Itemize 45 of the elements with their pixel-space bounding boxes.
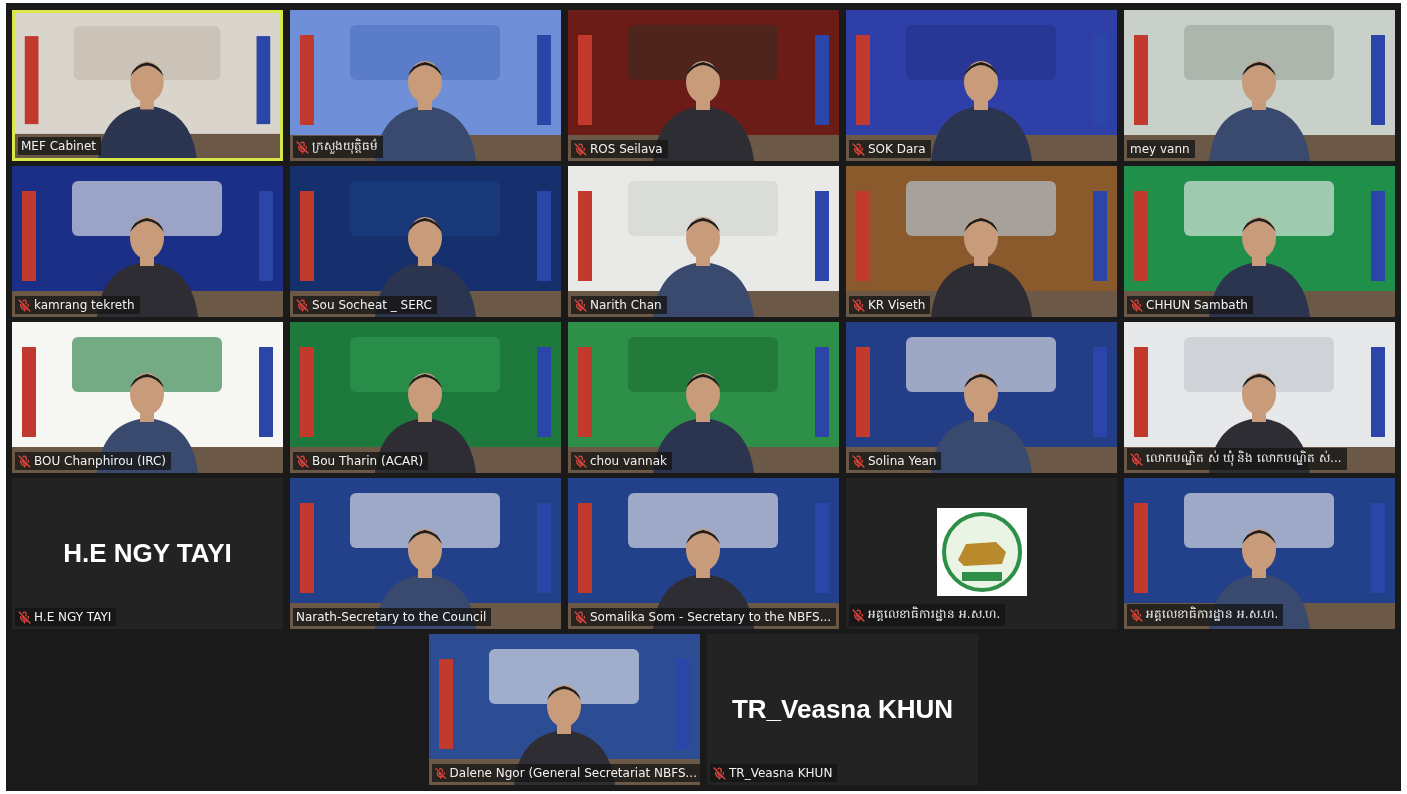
participant-name: TR_Veasna KHUN: [731, 694, 954, 725]
participant-label: TR_Veasna KHUN: [729, 766, 833, 780]
video-tile[interactable]: Bou Tharin (ACAR): [290, 322, 561, 473]
participant-label: Dalene Ngor (General Secretariat NBFS...: [449, 766, 697, 780]
video-tile[interactable]: ក្រសួងយុត្តិធម៌: [290, 10, 561, 161]
video-tile[interactable]: kamrang tekreth: [12, 166, 283, 317]
video-tile[interactable]: MEF Cabinet: [12, 10, 283, 161]
video-tile[interactable]: H.E NGY TAYI H.E NGY TAYI: [12, 478, 283, 629]
video-tile[interactable]: Narith Chan: [568, 166, 839, 317]
participant-label: kamrang tekreth: [34, 298, 135, 312]
video-tile[interactable]: ROS Seilava: [568, 10, 839, 161]
video-tile[interactable]: mey vann: [1124, 10, 1395, 161]
participant-label: ROS Seilava: [590, 142, 663, 156]
participant-label: Solina Yean: [868, 454, 937, 468]
video-tile[interactable]: chou vannak: [568, 322, 839, 473]
participant-label: MEF Cabinet: [21, 139, 97, 153]
video-tile[interactable]: KR Viseth: [846, 166, 1117, 317]
video-tile[interactable]: TR_Veasna KHUN TR_Veasna KHUN: [707, 634, 978, 785]
video-tile[interactable]: CHHUN Sambath: [1124, 166, 1395, 317]
participant-label: លោកបណ្ឌិត ស់ ឃុំ និង លោកបណ្ឌិត ស់...: [1146, 450, 1342, 468]
participant-label: H.E NGY TAYI: [34, 610, 112, 624]
participant-label: mey vann: [1130, 142, 1190, 156]
participant-label: SOK Dara: [868, 142, 926, 156]
video-tile[interactable]: Dalene Ngor (General Secretariat NBFS...: [429, 634, 700, 785]
participant-label: Bou Tharin (ACAR): [312, 454, 424, 468]
video-tile[interactable]: Somalika Som - Secretary to the NBFS...: [568, 478, 839, 629]
participant-label: អគ្គលេខាធិការដ្ឋាន អ.ស.ហ.: [1146, 606, 1279, 623]
video-tile[interactable]: អគ្គលេខាធិការដ្ឋាន អ.ស.ហ.: [1124, 478, 1395, 629]
participant-label: KR Viseth: [868, 298, 926, 312]
video-tile[interactable]: Sou Socheat _ SERC: [290, 166, 561, 317]
participant-name: H.E NGY TAYI: [63, 538, 232, 569]
participant-label: អគ្គលេខាធិការដ្ឋាន អ.ស.ហ.: [868, 606, 1001, 623]
participant-label: Somalika Som - Secretary to the NBFS...: [590, 610, 832, 624]
video-tile[interactable]: លោកបណ្ឌិត ស់ ឃុំ និង លោកបណ្ឌិត ស់...: [1124, 322, 1395, 473]
video-tile[interactable]: BOU Chanphirou (IRC): [12, 322, 283, 473]
video-tile[interactable]: SOK Dara: [846, 10, 1117, 161]
participant-label: BOU Chanphirou (IRC): [34, 454, 167, 468]
participant-label: Narath-Secretary to the Council: [296, 610, 487, 624]
participant-label: CHHUN Sambath: [1146, 298, 1248, 312]
participant-label: Narith Chan: [590, 298, 662, 312]
participant-label: Sou Socheat _ SERC: [312, 298, 432, 312]
participant-label: ក្រសួងយុត្តិធម៌: [312, 138, 378, 156]
participant-label: chou vannak: [590, 454, 667, 468]
video-tile[interactable]: Solina Yean: [846, 322, 1117, 473]
video-tile[interactable]: Narath-Secretary to the Council: [290, 478, 561, 629]
